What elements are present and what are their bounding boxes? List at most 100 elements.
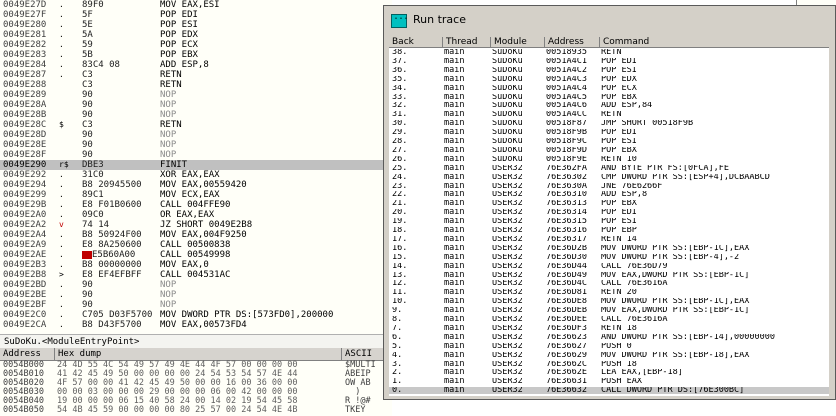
trace-row[interactable]: 9. main USER32 76E36DEB MOV EAX,DWORD PTR SS… (389, 307, 829, 314)
disasm-row[interactable]: 0049E2A2 v 74 14 JZ SHORT 0049E2B8 (0, 220, 392, 230)
trace-row[interactable]: 17. main USER32 76E36317 RETN 14 (389, 236, 829, 243)
disassembly-pane[interactable]: 0049E27D. 89F0 MOV EAX,ESI 0049E27F. 5F POP E… (0, 0, 392, 334)
disasm-hex: 5A (82, 30, 93, 40)
trace-row[interactable]: 19. main USER32 76E36315 POP ESI (389, 218, 829, 225)
column-header-back[interactable]: Back (389, 37, 443, 48)
run-trace-header: Back Thread Module Address Command (389, 37, 829, 48)
column-header-address[interactable]: Address (545, 37, 600, 48)
disasm-row[interactable]: 0049E290 r$ DBE3 FINIT (0, 160, 392, 170)
column-header-module[interactable]: Module (491, 37, 545, 48)
disasm-row[interactable]: 0049E28A 90 NOP (0, 100, 392, 110)
disasm-row[interactable]: 0049E2A4. B8 50924F00 MOV EAX,004F9250 (0, 230, 392, 240)
trace-row[interactable]: 15. main USER32 76E36D30 MOV DWORD PTR SS:[E… (389, 254, 829, 261)
disasm-row[interactable]: 0049E2BF. 90 NOP (0, 300, 392, 310)
disasm-row[interactable]: 0049E294. B8 20945500 MOV EAX,00559420 (0, 180, 392, 190)
disasm-marker: $ (59, 120, 64, 129)
trace-address: 76E362FA (546, 164, 587, 172)
trace-row[interactable]: 35. main SuDoKu 0051A4C3 POP EDX (389, 76, 829, 83)
trace-address: 76E36313 (546, 200, 587, 208)
disasm-row[interactable]: 0049E287. C3 RETN (0, 70, 392, 80)
disasm-row[interactable]: 0049E28C $ C3 RETN (0, 120, 392, 130)
disasm-hex: C3 (82, 70, 93, 80)
trace-thread: main (444, 191, 465, 199)
trace-back-index: 11. (392, 289, 408, 297)
trace-row[interactable]: 7. main USER32 76E36DF3 RETN 18 (389, 325, 829, 332)
column-header-thread[interactable]: Thread (443, 37, 491, 48)
disasm-row[interactable]: 0049E2BE. 90 NOP (0, 290, 392, 300)
trace-row[interactable]: 32. main SuDoKu 0051A4C6 ADD ESP,84 (389, 102, 829, 109)
trace-row[interactable]: 2. main USER32 76E3662E LEA EAX,[EBP-18] (389, 369, 829, 376)
dump-header-hex[interactable]: Hex dump (55, 348, 342, 360)
breakpoint-marker-icon[interactable] (82, 251, 92, 259)
disasm-row[interactable]: 0049E281. 5A POP EDX (0, 30, 392, 40)
trace-row[interactable]: 36. main SuDoKu 0051A4C2 POP ESI (389, 67, 829, 74)
trace-row[interactable]: 26. main SuDoKu 00518F9E RETN 10 (389, 156, 829, 163)
disasm-instruction: NOP (160, 290, 177, 300)
trace-row[interactable]: 11. main USER32 76E36D81 RETN 20 (389, 289, 829, 296)
trace-row[interactable]: 3. main USER32 76E3662C PUSH 18 (389, 361, 829, 368)
trace-row[interactable]: 24. main USER32 76E36302 CMP DWORD PTR SS:[E… (389, 174, 829, 181)
dump-row[interactable]: 0054B050 54 4B 45 59 00 00 00 00 80 25 57… (0, 406, 392, 415)
trace-row[interactable]: 8. main USER32 76E36DEE CALL 76E3616A (389, 316, 829, 323)
trace-row[interactable]: 27. main SuDoKu 00518F9D POP EBX (389, 147, 829, 154)
disasm-row[interactable]: 0049E282. 59 POP ECX (0, 40, 392, 50)
dump-header-address[interactable]: Address (0, 348, 55, 360)
disasm-row[interactable]: 0049E280. 5E POP ESI (0, 20, 392, 30)
trace-back-index: 33. (392, 93, 408, 101)
disasm-row[interactable]: 0049E2A0. 09C0 OR EAX,EAX (0, 210, 392, 220)
trace-row[interactable]: 29. main SuDoKu 00518F9B POP EDI (389, 129, 829, 136)
trace-row[interactable]: 6. main USER32 76E36623 AND DWORD PTR SS:[EB… (389, 334, 829, 341)
column-header-command[interactable]: Command (600, 37, 829, 48)
disasm-row[interactable]: 0049E2CA. B8 D43F5700 MOV EAX,00573FD4 (0, 320, 392, 330)
run-trace-titlebar[interactable]: Run trace (385, 7, 834, 29)
disasm-row[interactable]: 0049E288 C3 RETN (0, 80, 392, 90)
trace-back-index: 28. (392, 138, 408, 145)
trace-row[interactable]: 30. main SuDoKu 00518F87 JMP SHORT 00518F9B (389, 120, 829, 127)
trace-row[interactable]: 38. main SuDoKu 00518935 RETN (389, 49, 829, 56)
trace-row[interactable]: 20. main USER32 76E36314 POP EDI (389, 209, 829, 216)
disasm-row[interactable]: 0049E2BD. 90 NOP (0, 280, 392, 290)
disasm-row[interactable]: 0049E28F 90 NOP (0, 150, 392, 160)
trace-row[interactable]: 31. main SuDoKu 0051A4CC RETN (389, 111, 829, 118)
run-trace-window[interactable]: Run trace Back Thread Module Address Com… (383, 5, 836, 400)
disasm-row[interactable]: 0049E28E 90 NOP (0, 140, 392, 150)
trace-row[interactable]: 16. main USER32 76E36D2B MOV DWORD PTR SS:[E… (389, 245, 829, 252)
disasm-row[interactable]: 0049E299. 89C1 MOV ECX,EAX (0, 190, 392, 200)
disasm-row[interactable]: 0049E27F. 5F POP EDI (0, 10, 392, 20)
trace-row[interactable]: 5. main USER32 76E36627 PUSH 0 (389, 343, 829, 350)
trace-row[interactable]: 33. main SuDoKu 0051A4C5 POP EBX (389, 94, 829, 101)
trace-row[interactable]: 25. main USER32 76E362FA AND BYTE PTR FS:[0F… (389, 165, 829, 172)
disasm-row[interactable]: 0049E284. 83C4 08 ADD ESP,8 (0, 60, 392, 70)
trace-row[interactable]: 14. main USER32 76E36D44 CALL 76E36D79 (389, 263, 829, 270)
trace-row[interactable]: 1. main USER32 76E36631 PUSH EAX (389, 378, 829, 385)
trace-row[interactable]: 10. main USER32 76E36DE8 MOV DWORD PTR SS:[E… (389, 298, 829, 305)
disasm-row[interactable]: 0049E292. 31C0 XOR EAX,EAX (0, 170, 392, 180)
run-trace-list[interactable]: 38. main SuDoKu 00518935 RETN 37. main SuDoKu 00… (389, 48, 829, 396)
disasm-row[interactable]: 0049E28B 90 NOP (0, 110, 392, 120)
disasm-row[interactable]: 0049E283. 5B POP EBX (0, 50, 392, 60)
disasm-row[interactable]: 0049E28D 90 NOP (0, 130, 392, 140)
trace-row[interactable]: 37. main SuDoKu 0051A4C1 POP EDI (389, 58, 829, 65)
disasm-row[interactable]: 0049E27D. 89F0 MOV EAX,ESI (0, 0, 392, 10)
disasm-hex: 09C0 (82, 210, 104, 220)
disasm-row[interactable]: 0049E2B3. B8 00000000 MOV EAX,0 (0, 260, 392, 270)
disasm-row[interactable]: 0049E2B8 > E8 EF4EFBFF CALL 004531AC (0, 270, 392, 280)
trace-row[interactable]: 22. main USER32 76E36310 ADD ESP,8 (389, 191, 829, 198)
disasm-row[interactable]: 0049E2C0. C705 D03F5700 MOV DWORD PTR DS:[… (0, 310, 392, 320)
disasm-row[interactable]: 0049E2A9. E8 8A250600 CALL 00500838 (0, 240, 392, 250)
trace-row[interactable]: 4. main USER32 76E36629 MOV DWORD PTR SS:[EB… (389, 352, 829, 359)
trace-row[interactable]: 18. main USER32 76E36316 POP EBP (389, 227, 829, 234)
trace-row[interactable]: 23. main USER32 76E3630A JNE 76E6266F (389, 183, 829, 190)
trace-address: 0051A4C3 (546, 75, 587, 83)
trace-row[interactable]: 13. main USER32 76E36D49 MOV EAX,DWORD PTR S… (389, 272, 829, 279)
disasm-row[interactable]: 0049E2AE. E5B60A00 CALL 00549998 (0, 250, 392, 260)
trace-row[interactable]: 34. main SuDoKu 0051A4C4 POP ECX (389, 85, 829, 92)
disasm-row[interactable]: 0049E29B. E8 F01B0600 CALL 004FFE90 (0, 200, 392, 210)
trace-row[interactable]: 12. main USER32 76E36D4C CALL 76E3616A (389, 280, 829, 287)
disasm-row[interactable]: 0049E289 90 NOP (0, 90, 392, 100)
trace-row[interactable]: 21. main USER32 76E36313 POP EBX (389, 200, 829, 207)
trace-row[interactable]: 0. main USER32 76E36632 CALL DWORD PTR DS:[7… (389, 387, 829, 395)
disasm-instruction: NOP (160, 280, 177, 290)
trace-row[interactable]: 28. main SuDoKu 00518F9C POP ESI (389, 138, 829, 145)
dump-pane[interactable]: Address Hex dump ASCII 0054B000 24 4D 55 … (0, 348, 392, 416)
